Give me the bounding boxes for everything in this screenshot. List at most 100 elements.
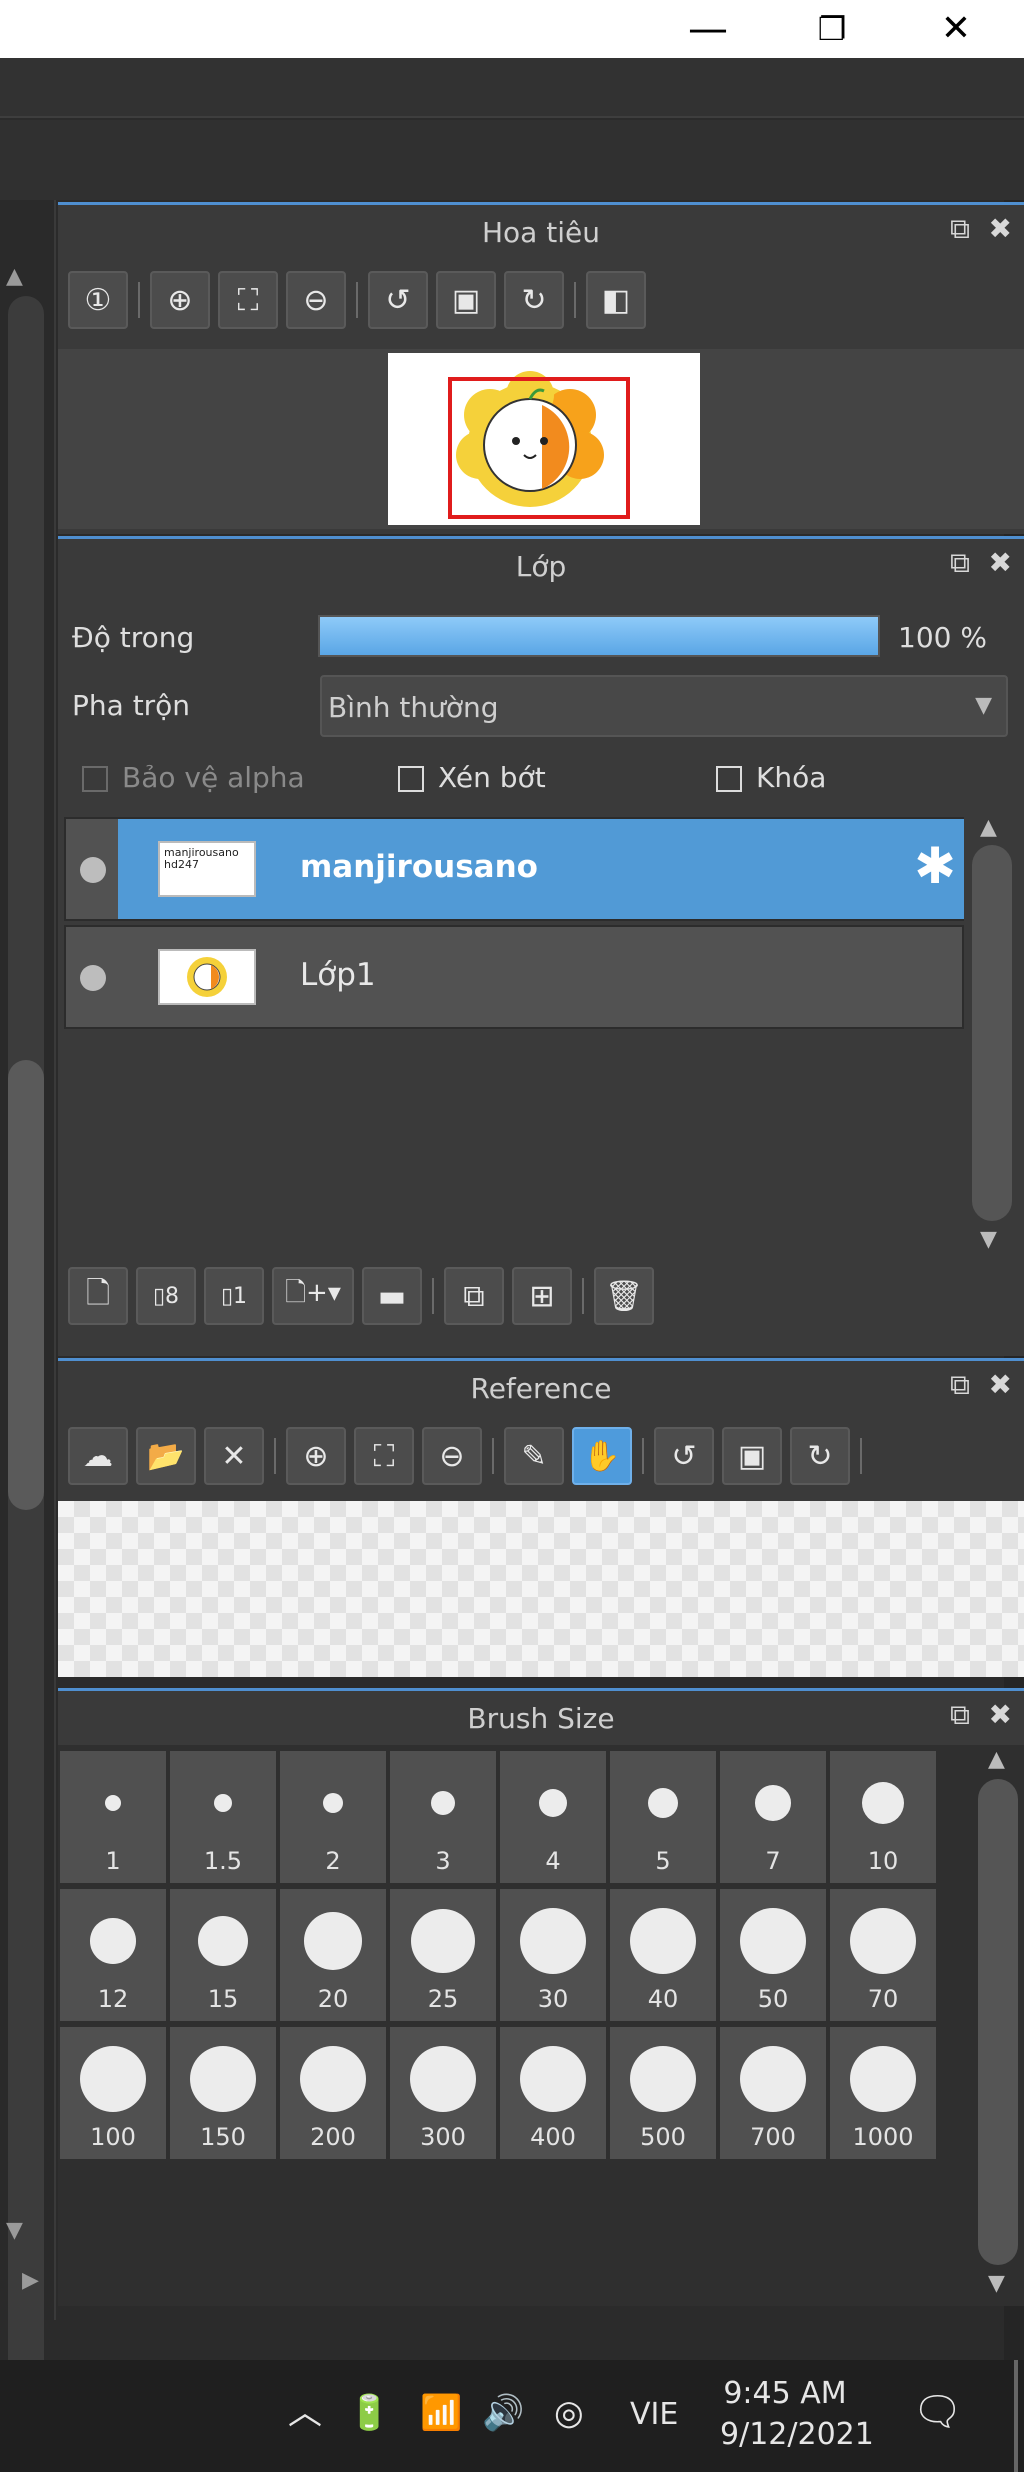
reference-canvas[interactable] (58, 1501, 1024, 1677)
brush-size-500[interactable]: 500 (610, 2027, 716, 2159)
scroll-up-arrow-icon[interactable]: ▲ (980, 817, 997, 839)
battery-icon[interactable]: 🔋 (348, 2396, 390, 2430)
close-panel-icon[interactable]: ✖ (989, 1701, 1012, 1729)
new-8bit-layer-button[interactable]: ▯8 (136, 1267, 196, 1325)
scroll-up-arrow-icon[interactable]: ▲ (988, 1749, 1005, 1771)
flip-button[interactable]: ◧ (586, 271, 646, 329)
scroll-right-arrow-icon[interactable]: ▶ (22, 2270, 39, 2292)
layers-header: Lớp ⧉ ✖ (58, 539, 1024, 593)
reference-panel: Reference ⧉ ✖ ☁ 📂 ✕ ⊕ ⛶ ⊖ ✎ ✋ ↺ ▣ ↻ (58, 1358, 1024, 1677)
brush-preview-dot (411, 1909, 475, 1973)
clock[interactable]: 9:45 AM 9/12/2021 (720, 2376, 874, 2452)
close-button[interactable]: ✕ (920, 0, 992, 58)
layer-name: Lớp1 (300, 957, 376, 993)
brush-size-40[interactable]: 40 (610, 1889, 716, 2021)
brush-size-1[interactable]: 1 (60, 1751, 166, 1883)
opacity-slider[interactable] (318, 615, 880, 657)
new-folder-button[interactable]: ▬ (362, 1267, 422, 1325)
flip-icon: ◧ (601, 282, 631, 318)
brush-size-200[interactable]: 200 (280, 2027, 386, 2159)
layer-scrollbar-thumb[interactable] (972, 845, 1012, 1221)
restore-button[interactable]: ❐ (796, 0, 868, 58)
brush-size-50[interactable]: 50 (720, 1889, 826, 2021)
scroll-down-arrow-icon[interactable]: ▼ (980, 1229, 997, 1251)
clipping-label: Xén bớt (438, 761, 546, 794)
volume-icon[interactable]: 🔊 (482, 2396, 524, 2430)
fit-button[interactable]: ⛶ (218, 271, 278, 329)
upload-button[interactable]: ☁ (68, 1427, 128, 1485)
rotate-right-button[interactable]: ↻ (504, 271, 564, 329)
zoom-out-button[interactable]: ⊖ (422, 1427, 482, 1485)
protect-alpha-checkbox[interactable]: Bảo vệ alpha (82, 761, 305, 794)
close-panel-icon[interactable]: ✖ (989, 1371, 1012, 1399)
add-layer-dropdown-button[interactable]: 🗋+▾ (272, 1267, 354, 1325)
wifi-icon[interactable]: 📶 (420, 2396, 462, 2430)
brush-size-25[interactable]: 25 (390, 1889, 496, 2021)
reset-view-button[interactable]: ▣ (436, 271, 496, 329)
close-panel-icon[interactable]: ✖ (989, 215, 1012, 243)
language-indicator[interactable]: VIE (630, 2400, 678, 2430)
zoom-in-button[interactable]: ⊕ (286, 1427, 346, 1485)
detach-icon[interactable]: ⧉ (950, 549, 970, 577)
clear-button[interactable]: ✕ (204, 1427, 264, 1485)
brush-size-300[interactable]: 300 (390, 2027, 496, 2159)
webcam-icon[interactable]: ◎ (554, 2396, 584, 2430)
merge-layer-button[interactable]: ⊞ (512, 1267, 572, 1325)
brush-size-2[interactable]: 2 (280, 1751, 386, 1883)
brush-size-7[interactable]: 7 (720, 1751, 826, 1883)
layer-row-lop1[interactable]: Lớp1 (64, 925, 964, 1029)
brush-size-1000[interactable]: 1000 (830, 2027, 936, 2159)
rotate-left-button[interactable]: ↺ (654, 1427, 714, 1485)
brush-size-5[interactable]: 5 (610, 1751, 716, 1883)
scroll-up-arrow-icon[interactable]: ▲ (6, 266, 23, 288)
reset-view-button[interactable]: ▣ (722, 1427, 782, 1485)
scrollbar-thumb[interactable] (8, 1060, 44, 1510)
hand-tool-button[interactable]: ✋ (572, 1427, 632, 1485)
brush-size-700[interactable]: 700 (720, 2027, 826, 2159)
brush-size-4[interactable]: 4 (500, 1751, 606, 1883)
detach-icon[interactable]: ⧉ (950, 1371, 970, 1399)
blend-mode-select[interactable]: Bình thường ▼ (320, 675, 1008, 737)
detach-icon[interactable]: ⧉ (950, 215, 970, 243)
brush-size-70[interactable]: 70 (830, 1889, 936, 2021)
detach-icon[interactable]: ⧉ (950, 1701, 970, 1729)
open-file-button[interactable]: 📂 (136, 1427, 196, 1485)
new-page-icon: 🗋 (85, 1275, 111, 1311)
clipping-checkbox[interactable]: Xén bớt (398, 761, 546, 794)
brush-size-400[interactable]: 400 (500, 2027, 606, 2159)
eyedropper-button[interactable]: ✎ (504, 1427, 564, 1485)
brush-size-12[interactable]: 12 (60, 1889, 166, 2021)
duplicate-layer-button[interactable]: ⧉ (444, 1267, 504, 1325)
show-hidden-icons-chevron-icon[interactable]: ︿ (288, 2396, 322, 2430)
new-layer-button[interactable]: 🗋 (68, 1267, 128, 1325)
fit-button[interactable]: ⛶ (354, 1427, 414, 1485)
visibility-toggle-icon[interactable] (80, 965, 106, 991)
layer-row-manjirousano[interactable]: manjirousano hd247 manjirousano ✱ (64, 817, 964, 921)
lock-checkbox[interactable]: Khóa (716, 761, 826, 794)
brush-size-3[interactable]: 3 (390, 1751, 496, 1883)
new-1bit-layer-button[interactable]: ▯1 (204, 1267, 264, 1325)
scroll-down-arrow-icon[interactable]: ▼ (988, 2273, 1005, 2295)
notification-icon[interactable]: 🗨 (912, 2392, 963, 2432)
brush-scrollbar-thumb[interactable] (978, 1779, 1018, 2265)
gear-icon[interactable]: ✱ (914, 841, 956, 891)
rotate-right-button[interactable]: ↻ (790, 1427, 850, 1485)
brush-size-100[interactable]: 100 (60, 2027, 166, 2159)
show-desktop-button[interactable] (1014, 2360, 1018, 2472)
zoom-100-button[interactable]: ① (68, 271, 128, 329)
brush-size-10[interactable]: 10 (830, 1751, 936, 1883)
rotate-left-button[interactable]: ↺ (368, 271, 428, 329)
delete-layer-button[interactable]: 🗑 (594, 1267, 654, 1325)
brush-size-15[interactable]: 15 (170, 1889, 276, 2021)
brush-size-150[interactable]: 150 (170, 2027, 276, 2159)
zoom-in-button[interactable]: ⊕ (150, 271, 210, 329)
brush-size-20[interactable]: 20 (280, 1889, 386, 2021)
zoom-out-button[interactable]: ⊖ (286, 271, 346, 329)
navigator-thumbnail[interactable] (388, 353, 700, 525)
close-panel-icon[interactable]: ✖ (989, 549, 1012, 577)
scroll-down-arrow-icon[interactable]: ▼ (6, 2220, 23, 2242)
minimize-button[interactable]: — (672, 0, 744, 58)
brush-size-30[interactable]: 30 (500, 1889, 606, 2021)
brush-size-1.5[interactable]: 1.5 (170, 1751, 276, 1883)
visibility-toggle-icon[interactable] (80, 857, 106, 883)
